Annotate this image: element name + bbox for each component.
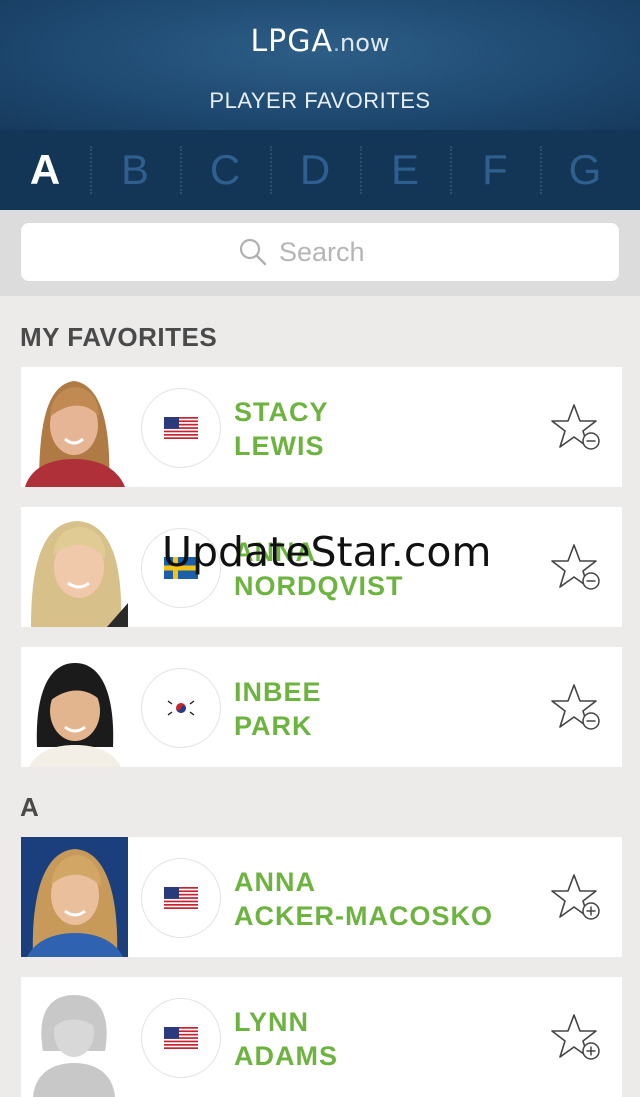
search-input[interactable] — [277, 235, 401, 269]
section-header-favorites: MY FAVORITES — [20, 322, 218, 352]
star-add-icon[interactable] — [550, 873, 602, 925]
country-flag-usa — [141, 858, 221, 938]
player-photo — [21, 367, 128, 487]
country-flag-usa — [141, 998, 221, 1078]
alpha-tab-a[interactable]: A — [0, 130, 90, 210]
player-row-stacy-lewis[interactable]: STACY LEWIS — [21, 367, 622, 487]
alpha-tab-b[interactable]: B — [90, 130, 180, 210]
page-title: PLAYER FAVORITES — [209, 88, 431, 113]
lpga-now-logo: LPGA.now — [0, 24, 640, 59]
player-name: ANNA ACKER-MACOSKO — [234, 865, 493, 933]
alpha-tab-g[interactable]: G — [540, 130, 630, 210]
player-name: STACY LEWIS — [234, 395, 329, 463]
star-remove-icon[interactable] — [550, 403, 602, 455]
player-first-name: ANNA — [234, 867, 316, 897]
player-name: INBEE PARK — [234, 675, 322, 743]
country-flag-usa — [141, 388, 221, 468]
star-remove-icon[interactable] — [550, 683, 602, 735]
player-first-name: INBEE — [234, 677, 322, 707]
player-row-lynn-adams[interactable]: LYNN ADAMS — [21, 977, 622, 1097]
player-row-anna-acker-macosko[interactable]: ANNA ACKER-MACOSKO — [21, 837, 622, 957]
logo-dot: . — [333, 32, 341, 57]
alpha-tab-c[interactable]: C — [180, 130, 270, 210]
search-box[interactable] — [21, 223, 619, 281]
logo-main-text: LPGA — [250, 24, 334, 59]
player-last-name: PARK — [234, 711, 313, 741]
player-photo — [21, 507, 128, 627]
alpha-tab-d[interactable]: D — [270, 130, 360, 210]
player-photo — [21, 837, 128, 957]
alpha-tab-f[interactable]: F — [450, 130, 540, 210]
watermark-text: UpdateStar.com — [162, 528, 492, 576]
player-last-name: ACKER-MACOSKO — [234, 901, 493, 931]
section-header-a: A — [20, 792, 40, 822]
country-flag-korea — [141, 668, 221, 748]
player-name: LYNN ADAMS — [234, 1005, 338, 1073]
alphabet-index-bar: A B C D E F G — [0, 130, 640, 210]
player-row-inbee-park[interactable]: INBEE PARK — [21, 647, 622, 767]
player-last-name: LEWIS — [234, 431, 325, 461]
player-photo-placeholder — [21, 977, 128, 1097]
star-add-icon[interactable] — [550, 1013, 602, 1065]
star-remove-icon[interactable] — [550, 543, 602, 595]
player-last-name: ADAMS — [234, 1041, 338, 1071]
search-icon — [239, 238, 267, 266]
search-area — [0, 210, 640, 296]
player-first-name: STACY — [234, 397, 329, 427]
player-first-name: LYNN — [234, 1007, 310, 1037]
player-photo — [21, 647, 128, 767]
app-header: LPGA.now PLAYER FAVORITES — [0, 0, 640, 130]
logo-sub-text: now — [340, 29, 390, 57]
alpha-tab-e[interactable]: E — [360, 130, 450, 210]
